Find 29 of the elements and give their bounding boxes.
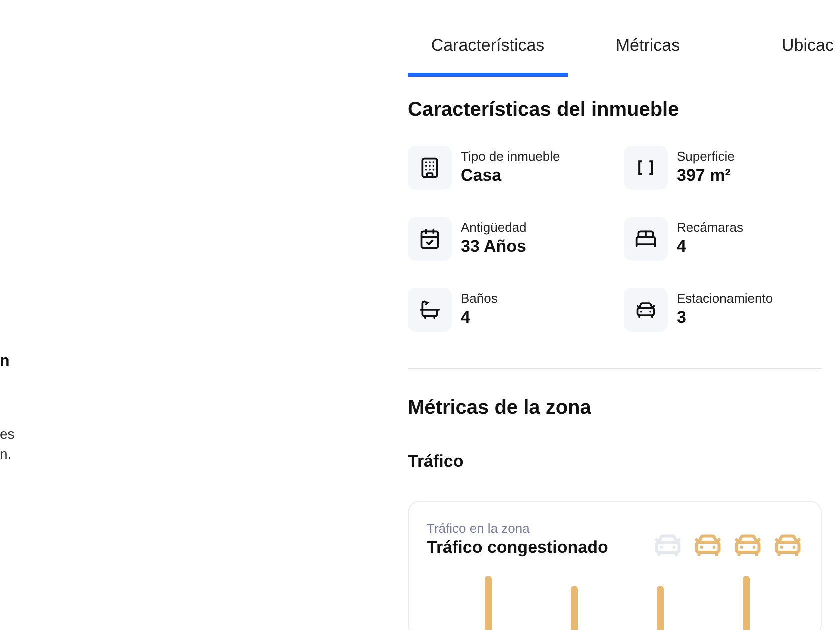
- feature-label: Recámaras: [677, 220, 744, 236]
- tab[interactable]: Características: [408, 28, 568, 77]
- feature-value: 3: [677, 307, 686, 329]
- feature-value: 33 Años: [461, 236, 527, 258]
- bed-icon: [624, 217, 668, 261]
- car-icon: [624, 288, 668, 332]
- tab[interactable]: Métricas: [568, 28, 728, 77]
- feature-label: Baños: [461, 291, 498, 307]
- feature-value: 4: [677, 236, 686, 258]
- subsection-title: Tráfico: [408, 452, 465, 472]
- feature-label: Tipo de inmueble: [461, 149, 560, 165]
- feature-label: Superficie: [677, 149, 735, 165]
- section-title: Características del inmueble: [408, 99, 680, 122]
- paragraph-text: n.: [0, 445, 12, 464]
- card-title: Tráfico congestionado: [427, 538, 608, 558]
- card-label: Tráfico en la zona: [427, 521, 530, 536]
- tab[interactable]: Ubicac: [728, 28, 840, 77]
- feature-value: Casa: [461, 165, 502, 187]
- building-icon: [408, 146, 452, 190]
- paragraph-text: es: [0, 425, 15, 444]
- calendar-check-icon: [408, 217, 452, 261]
- feature-value: 397 m²: [677, 165, 731, 187]
- section-title: Métricas de la zona: [408, 397, 592, 420]
- section-heading: n: [0, 352, 10, 372]
- feature-value: 4: [461, 307, 470, 329]
- brackets-icon: [624, 146, 668, 190]
- bathtub-icon: [408, 288, 452, 332]
- feature-label: Antigüedad: [461, 220, 527, 236]
- feature-label: Estacionamiento: [677, 291, 774, 307]
